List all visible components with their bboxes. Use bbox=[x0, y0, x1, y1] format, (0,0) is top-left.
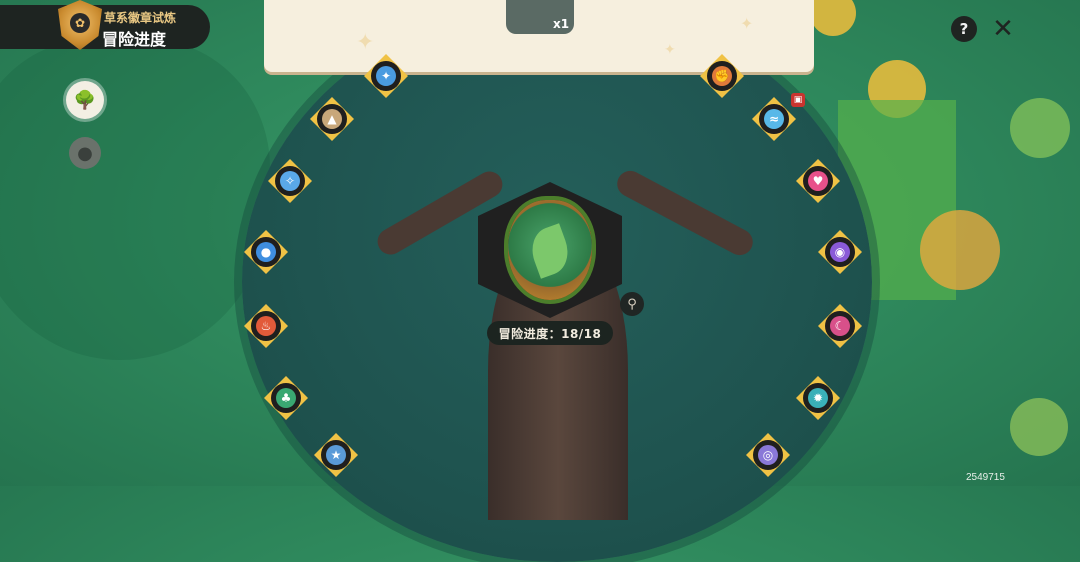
fire-icon: ♨ bbox=[256, 316, 276, 336]
rock-mountain-icon: ▲ bbox=[322, 109, 342, 129]
electric-icon: ✦ bbox=[376, 66, 396, 86]
badge-node-left-6[interactable]: ♣ bbox=[264, 376, 308, 420]
badge-node-right-1[interactable]: ✊ bbox=[700, 54, 744, 98]
ice-crystal-icon: ✧ bbox=[280, 171, 300, 191]
psychic-spiral-icon: ◎ bbox=[758, 445, 778, 465]
node-core: ✹ bbox=[803, 383, 833, 413]
badge-node-right-6[interactable]: ✹ bbox=[796, 376, 840, 420]
badge-node-left-5[interactable]: ♨ bbox=[244, 304, 288, 348]
fighting-icon: ✊ bbox=[712, 66, 732, 86]
water-drop-icon: ● bbox=[256, 242, 276, 262]
node-core: ● bbox=[251, 237, 281, 267]
magnifier-icon[interactable]: ⚲ bbox=[620, 292, 644, 316]
node-core: ♣ bbox=[271, 383, 301, 413]
node-core: ▲ bbox=[317, 104, 347, 134]
badge-node-right-2[interactable]: ≈ bbox=[752, 97, 796, 141]
badge-node-left-4[interactable]: ● bbox=[244, 230, 288, 274]
node-core: ✧ bbox=[275, 166, 305, 196]
node-core: ★ bbox=[321, 440, 351, 470]
node-core: ≈ bbox=[759, 104, 789, 134]
tree-icon: 🌳 bbox=[73, 89, 97, 111]
fairy-heart-icon: ♥ bbox=[808, 171, 828, 191]
sparkle-icon: ✦ bbox=[356, 30, 375, 55]
sparkle-icon: ✦ bbox=[740, 14, 754, 33]
node-core: ♥ bbox=[803, 166, 833, 196]
dark-icon: ☾ bbox=[830, 316, 850, 336]
badge-node-left-3[interactable]: ✧ bbox=[268, 159, 312, 203]
progress-label: 冒险进度：18/18 bbox=[487, 321, 613, 345]
ghost-icon: ◉ bbox=[830, 242, 850, 262]
help-button[interactable]: ? bbox=[951, 16, 977, 42]
badge-node-left-7[interactable]: ★ bbox=[314, 433, 358, 477]
side-tab-tree[interactable]: 🌳 bbox=[66, 81, 104, 119]
header-subtitle: 草系徽章试炼 bbox=[104, 11, 177, 25]
background-shield-decoration bbox=[0, 40, 270, 360]
close-button[interactable]: ✕ bbox=[990, 14, 1016, 44]
node-core: ◉ bbox=[825, 237, 855, 267]
badge-node-right-4[interactable]: ◉ bbox=[818, 230, 862, 274]
reward-quantity: x1 bbox=[553, 17, 570, 31]
normal-star-icon: ★ bbox=[326, 445, 346, 465]
badge-node-left-2[interactable]: ▲ bbox=[310, 97, 354, 141]
leaf-icon: ✿ bbox=[70, 13, 90, 33]
badge-node-left-1[interactable]: ✦ bbox=[364, 54, 408, 98]
pokemon-silhouette-icon: ● bbox=[77, 142, 93, 164]
node-core: ♨ bbox=[251, 311, 281, 341]
badge-node-right-5[interactable]: ☾ bbox=[818, 304, 862, 348]
badge-node-right-7[interactable]: ◎ bbox=[746, 433, 790, 477]
node-core: ✊ bbox=[707, 61, 737, 91]
node-core: ✦ bbox=[371, 61, 401, 91]
badge-node-right-3[interactable]: ♥ bbox=[796, 159, 840, 203]
gift-icon: ▣ bbox=[791, 93, 805, 107]
flying-icon: ≈ bbox=[764, 109, 784, 129]
background-clover-decoration bbox=[1010, 98, 1070, 158]
page-title: 冒险进度 bbox=[102, 30, 167, 49]
background-clover-decoration bbox=[1010, 398, 1068, 456]
steel-gear-icon: ✹ bbox=[808, 388, 828, 408]
background-clover-decoration bbox=[810, 0, 856, 36]
side-tab-pokemon[interactable]: ● bbox=[69, 137, 101, 169]
node-core: ☾ bbox=[825, 311, 855, 341]
node-core: ◎ bbox=[753, 440, 783, 470]
grass-leaf-icon: ♣ bbox=[276, 388, 296, 408]
player-uid: 2549715 bbox=[966, 472, 1005, 483]
background-clover-decoration bbox=[920, 210, 1000, 290]
sparkle-icon: ✦ bbox=[664, 42, 676, 58]
